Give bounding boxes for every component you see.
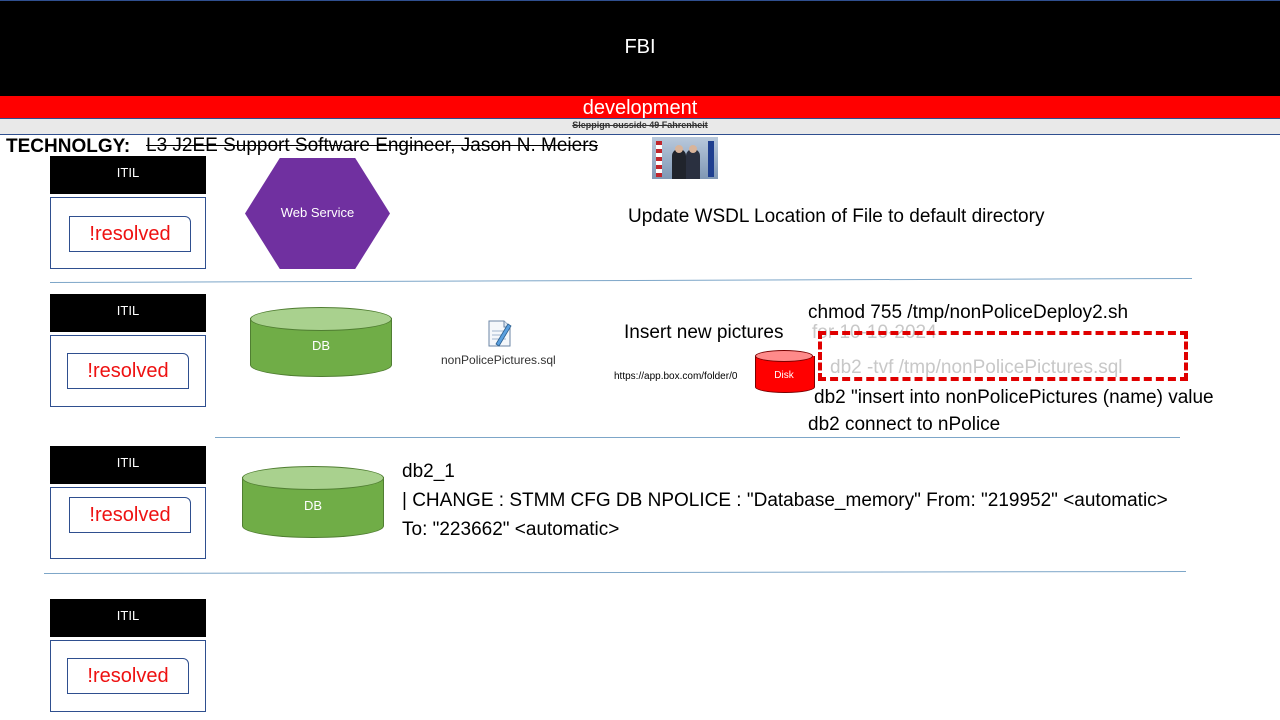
row-divider	[50, 278, 1192, 283]
technology-label: TECHNOLGY:	[6, 136, 131, 157]
itil-header: ITIL	[50, 294, 206, 332]
update-wsdl-note: Update WSDL Location of File to default …	[628, 206, 1045, 227]
stmm-to-line: To: "223662" <automatic>	[402, 519, 620, 540]
sql-file-icon[interactable]	[486, 318, 512, 348]
db-label: DB	[303, 498, 323, 513]
box-folder-link[interactable]: https://app.box.com/folder/0	[614, 371, 737, 382]
disk-top	[755, 350, 813, 362]
itil-card: !resolved	[50, 487, 206, 559]
db2-insert-command: db2 "insert into nonPolicePictures (name…	[814, 387, 1214, 408]
itil-card: !resolved	[50, 640, 206, 712]
itil-header: ITIL	[50, 446, 206, 484]
resolved-button[interactable]: !resolved	[67, 353, 189, 389]
itil-header: ITIL	[50, 599, 206, 637]
itil-card: !resolved	[50, 197, 206, 269]
disk-label: Disk	[774, 370, 794, 381]
page-title: FBI	[624, 36, 656, 58]
stmm-change-line: | CHANGE : STMM CFG DB NPOLICE : "Databa…	[402, 490, 1168, 511]
row-divider	[215, 437, 1180, 438]
db-cylinder: DB	[242, 466, 384, 538]
itil-card: !resolved	[50, 335, 206, 407]
insert-pictures-note: Insert new pictures	[624, 322, 784, 343]
chmod-command: chmod 755 /tmp/nonPoliceDeploy2.sh	[808, 302, 1129, 323]
struck-note: Sleppign ousside 49 Fahrenheit	[572, 120, 708, 130]
row-divider	[43, 571, 1186, 574]
page-subtitle: development	[582, 97, 698, 119]
sql-file-name: nonPolicePictures.sql	[441, 353, 556, 367]
db-label: DB	[311, 338, 331, 353]
db-cylinder: DB	[250, 307, 392, 377]
highlight-box	[818, 331, 1188, 381]
db2-instance: db2_1	[402, 461, 455, 482]
web-service-label: Web Service	[280, 205, 355, 220]
handshake-photo	[652, 137, 718, 179]
itil-header: ITIL	[50, 156, 206, 194]
resolved-button[interactable]: !resolved	[69, 497, 191, 533]
db2-connect-command: db2 connect to nPolice	[808, 414, 1001, 435]
technology-value: L3 J2EE Support Software Engineer, Jason…	[146, 135, 599, 156]
resolved-button[interactable]: !resolved	[67, 658, 189, 694]
resolved-button[interactable]: !resolved	[69, 216, 191, 252]
